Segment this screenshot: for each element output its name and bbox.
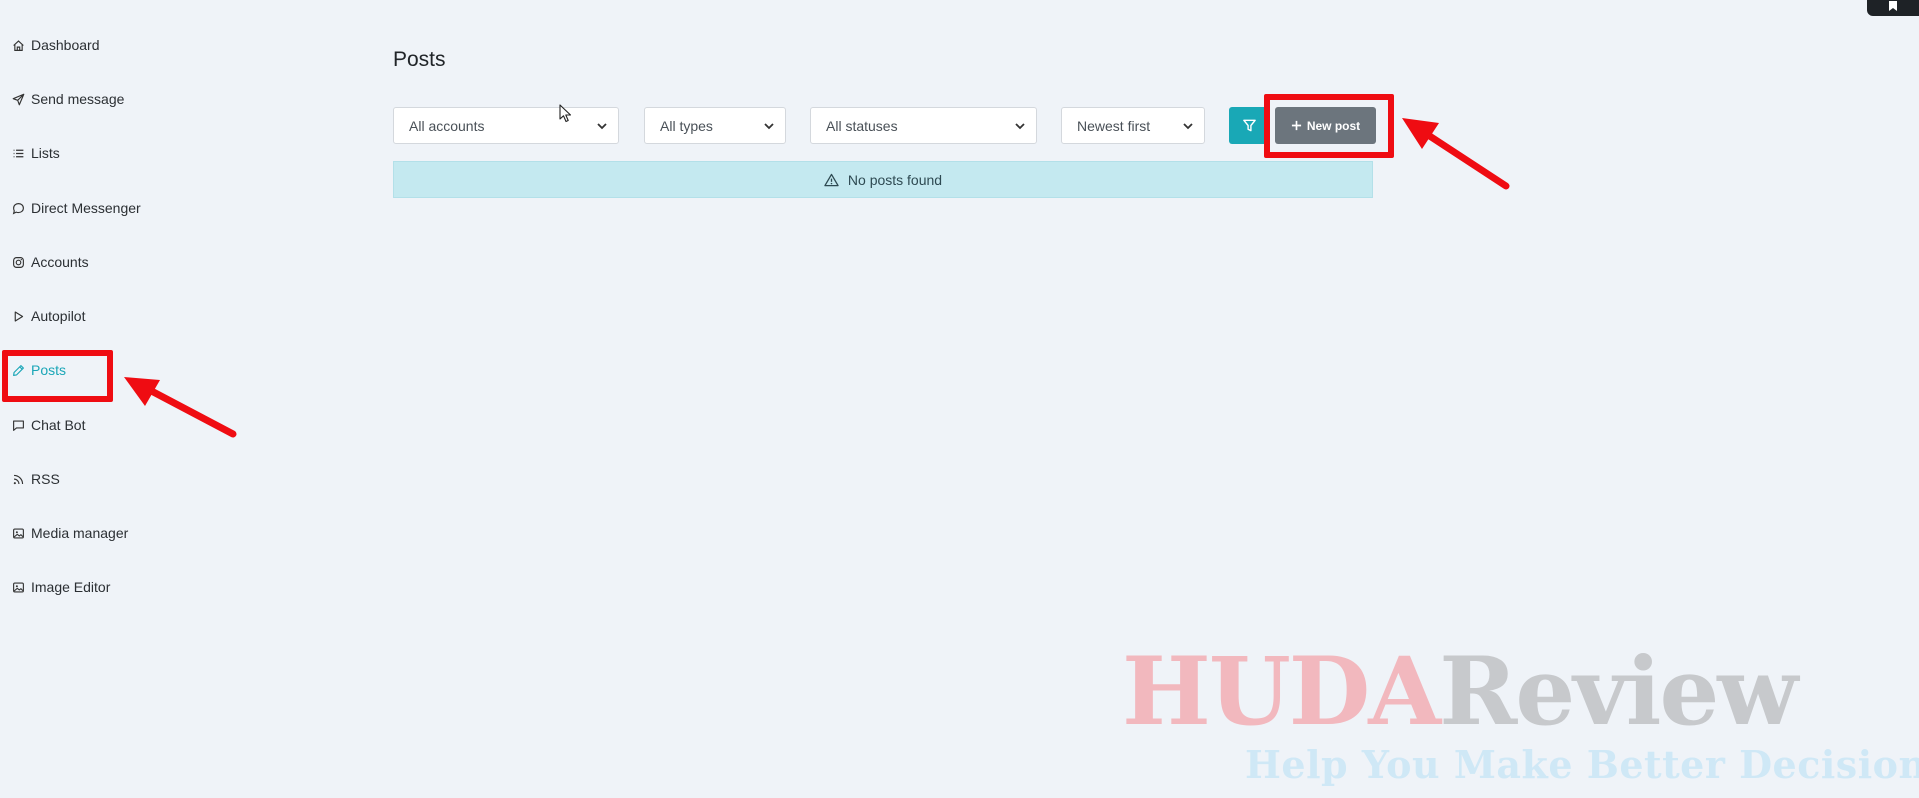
sidebar-item-chat-bot[interactable]: Chat Bot	[12, 413, 85, 437]
rss-icon	[13, 474, 24, 484]
image-icon	[13, 527, 24, 539]
sidebar-item-send-message[interactable]: Send message	[12, 87, 124, 111]
list-icon	[13, 149, 24, 157]
sidebar-item-label: Lists	[31, 145, 60, 161]
chevron-down-icon	[597, 123, 607, 130]
watermark-brand-part2: Review	[1439, 637, 1798, 747]
page-title: Posts	[393, 48, 446, 71]
bookmark-icon	[1889, 1, 1897, 11]
image-icon	[13, 581, 24, 593]
warning-triangle-icon	[824, 173, 839, 186]
sidebar-item-lists[interactable]: Lists	[12, 141, 60, 165]
sidebar-item-media-manager[interactable]: Media manager	[12, 521, 128, 545]
sidebar-item-label: Autopilot	[31, 308, 86, 324]
sidebar-item-label: Media manager	[31, 525, 129, 541]
send-icon	[12, 93, 25, 105]
status-filter-select[interactable]: All statuses	[810, 107, 1037, 144]
chevron-down-icon	[764, 123, 774, 130]
type-filter-value: All types	[660, 117, 713, 134]
empty-state-message: No posts found	[847, 171, 943, 188]
arrow-to-posts-icon	[124, 377, 237, 438]
account-filter-value: All accounts	[409, 117, 485, 134]
sidebar-item-label: Image Editor	[31, 579, 111, 595]
account-filter-select[interactable]: All accounts	[393, 107, 619, 144]
sidebar-item-label: Accounts	[31, 254, 89, 270]
type-filter-select[interactable]: All types	[644, 107, 786, 144]
new-post-highlight-box	[1264, 94, 1394, 158]
sidebar-item-label: Dashboard	[31, 37, 100, 53]
posts-highlight-box	[2, 350, 113, 402]
arrow-to-new-post-icon	[1402, 118, 1510, 190]
sidebar-item-label: Chat Bot	[31, 417, 86, 433]
instagram-icon	[13, 256, 24, 268]
status-filter-value: All statuses	[826, 117, 898, 134]
corner-widget[interactable]	[1867, 0, 1919, 16]
sidebar-item-autopilot[interactable]: Autopilot	[12, 304, 85, 328]
mouse-cursor-icon	[559, 104, 572, 123]
message-square-icon	[13, 419, 24, 431]
sidebar-item-rss[interactable]: RSS	[12, 467, 60, 491]
sidebar-item-label: Send message	[31, 91, 125, 107]
sidebar-item-image-editor[interactable]: Image Editor	[12, 575, 110, 599]
home-icon	[13, 39, 24, 51]
sidebar-item-dashboard[interactable]: Dashboard	[12, 33, 100, 57]
watermark-tagline: Help You Make Better Decisions	[1245, 742, 1919, 787]
watermark-logo: HUDAReview	[1122, 645, 1798, 739]
empty-state-alert: No posts found	[393, 161, 1373, 198]
sort-order-select[interactable]: Newest first	[1061, 107, 1205, 144]
sidebar-item-label: Direct Messenger	[31, 200, 141, 216]
sort-order-value: Newest first	[1077, 117, 1151, 134]
sidebar-item-direct-messenger[interactable]: Direct Messenger	[12, 196, 141, 220]
chevron-down-icon	[1183, 123, 1193, 130]
sidebar-item-label: RSS	[31, 471, 60, 487]
filter-icon	[1242, 119, 1256, 132]
chevron-down-icon	[1015, 123, 1025, 130]
chat-bubble-icon	[12, 202, 24, 214]
play-icon	[14, 310, 24, 322]
sidebar-item-accounts[interactable]: Accounts	[12, 250, 89, 274]
watermark-brand-part1: HUDA	[1122, 637, 1441, 747]
apply-filter-button[interactable]	[1229, 107, 1269, 144]
